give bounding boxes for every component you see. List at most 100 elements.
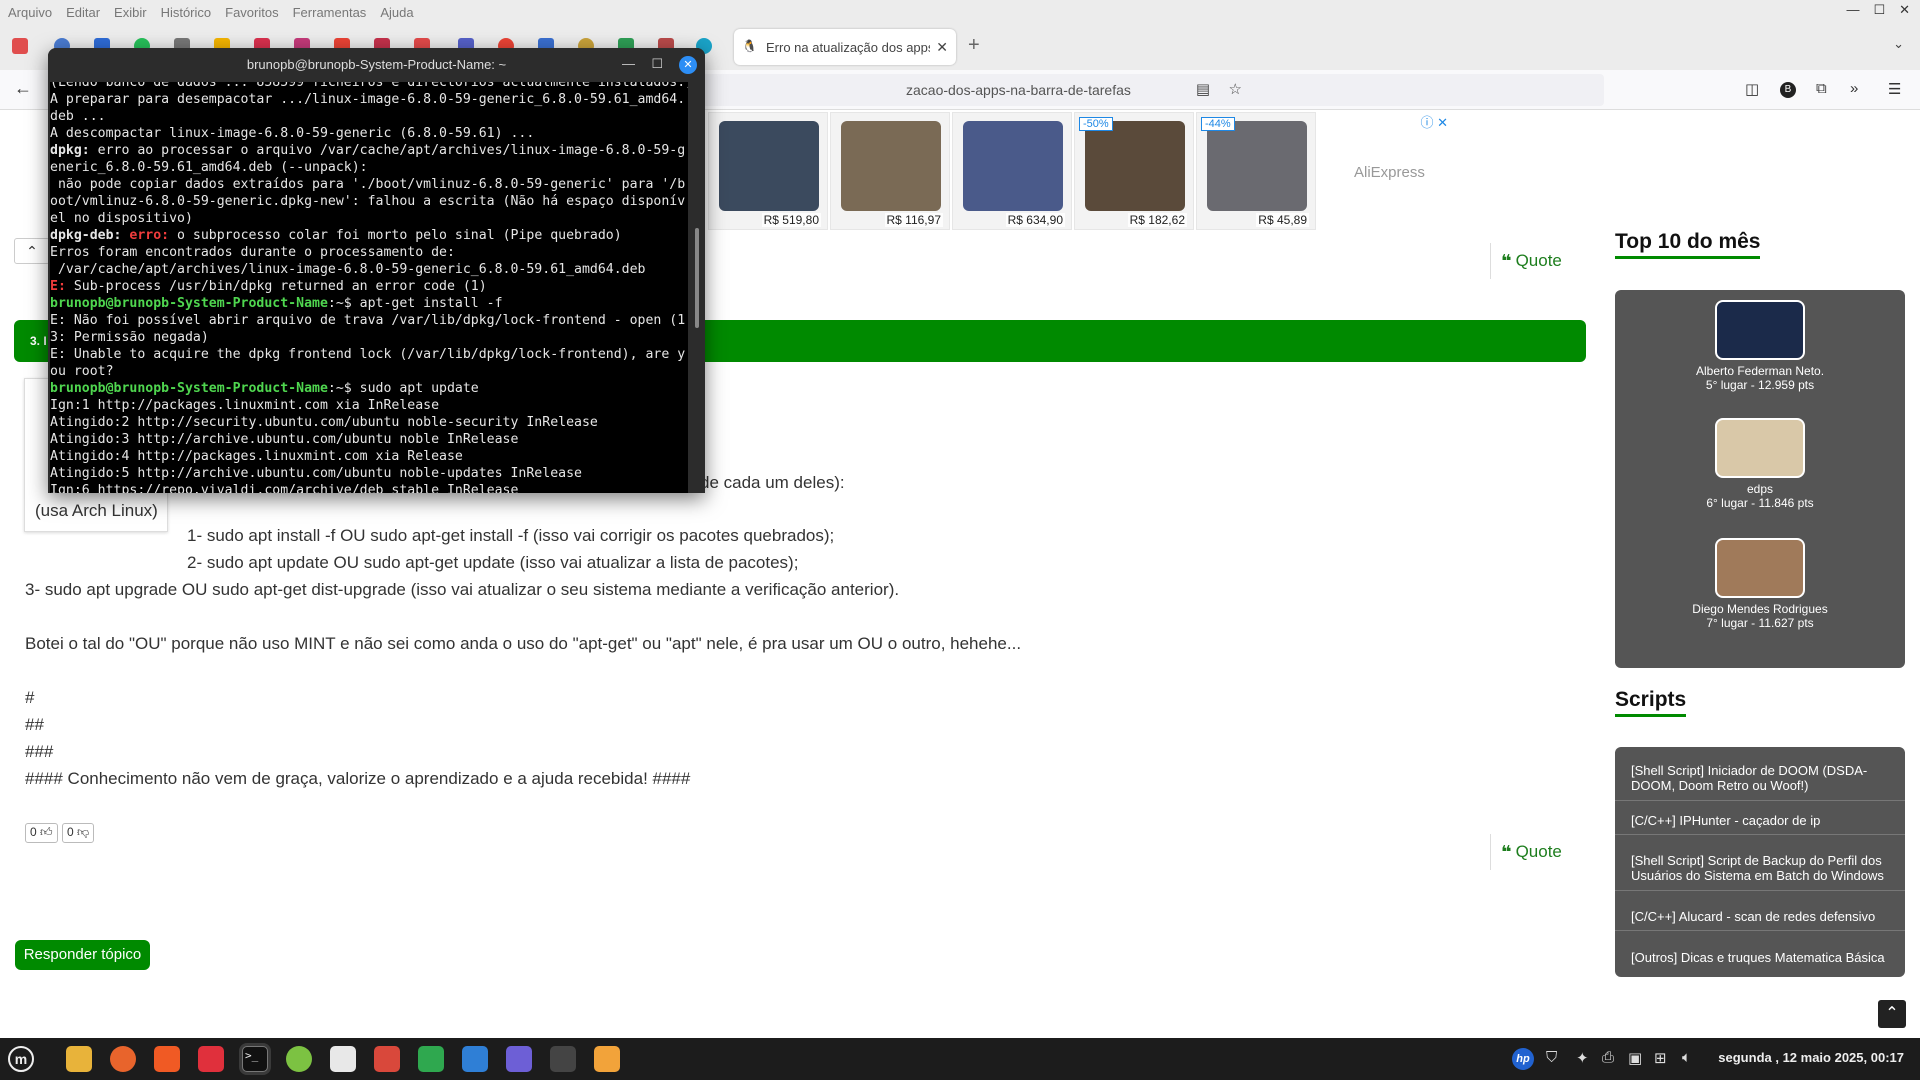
term-command: :~$ apt-get install -f bbox=[327, 296, 503, 311]
ad-item[interactable]: -50% R$ 182,62 bbox=[1074, 112, 1194, 230]
terminal-window[interactable]: brunopb@brunopb-System-Product-Name: ~ —… bbox=[48, 48, 705, 493]
tux-icon: 🐧 bbox=[742, 39, 757, 53]
network-icon[interactable]: ⊞ bbox=[1654, 1049, 1667, 1067]
term-text: Sub-process /usr/bin/dpkg returned an er… bbox=[65, 279, 487, 294]
tab-close-icon[interactable]: ✕ bbox=[936, 39, 948, 56]
upvote-button[interactable]: 0 👍︎ bbox=[25, 823, 58, 843]
clipboard-icon[interactable]: ▣ bbox=[1628, 1049, 1642, 1067]
brave-icon[interactable] bbox=[154, 1046, 180, 1072]
hamburger-menu-icon[interactable]: ☰ bbox=[1888, 80, 1901, 98]
ad-banner[interactable]: R$ 519,80 R$ 116,97 R$ 634,90 -50% R$ 18… bbox=[708, 112, 1464, 232]
script-link[interactable]: [Shell Script] Iniciador de DOOM (DSDA-D… bbox=[1615, 757, 1905, 801]
ad-price: R$ 519,80 bbox=[761, 213, 821, 227]
terminal-line: A preparar para desempacotar .../linux-i… bbox=[50, 92, 686, 107]
quote-button[interactable]: ❝ Quote bbox=[1490, 243, 1562, 279]
quote-button[interactable]: ❝ Quote bbox=[1490, 834, 1562, 870]
terminal-line: brunopb@brunopb-System-Product-Name:~$ s… bbox=[50, 380, 688, 397]
menu-editar[interactable]: Editar bbox=[66, 5, 100, 20]
ad-item[interactable]: R$ 634,90 bbox=[952, 112, 1072, 230]
files-icon[interactable] bbox=[66, 1046, 92, 1072]
ad-info-icon[interactable]: ⓘ ✕ bbox=[1420, 112, 1448, 131]
minimize-icon[interactable]: — bbox=[622, 56, 635, 71]
discount-badge: -44% bbox=[1201, 117, 1235, 131]
url-bar[interactable]: zacao-dos-apps-na-barra-de-tarefas ▤ ☆ bbox=[680, 74, 1604, 106]
menu-ajuda[interactable]: Ajuda bbox=[380, 5, 413, 20]
menu-exibir[interactable]: Exibir bbox=[114, 5, 147, 20]
spreadsheet-icon[interactable] bbox=[418, 1046, 444, 1072]
menu-favoritos[interactable]: Favoritos bbox=[225, 5, 278, 20]
scripts-title: Scripts bbox=[1615, 688, 1687, 717]
app-icon[interactable] bbox=[286, 1046, 312, 1072]
quote-icon: ❝ bbox=[1501, 841, 1512, 862]
close-icon[interactable]: ✕ bbox=[679, 56, 697, 74]
script-link[interactable]: [Outros] Dicas e truques Matematica Bási… bbox=[1615, 944, 1905, 972]
hp-icon[interactable]: hp bbox=[1512, 1048, 1534, 1070]
app-icon[interactable] bbox=[506, 1046, 532, 1072]
reader-view-icon[interactable]: ▤ bbox=[1196, 80, 1210, 98]
ad-item[interactable]: R$ 519,80 bbox=[708, 112, 828, 230]
firefox-icon[interactable] bbox=[110, 1046, 136, 1072]
menu-historico[interactable]: Histórico bbox=[161, 5, 212, 20]
term-prompt: brunopb@brunopb-System-Product-Name bbox=[50, 296, 328, 311]
upvote-count: 0 bbox=[30, 825, 37, 839]
top-user[interactable]: edps 6° lugar - 11.846 pts bbox=[1615, 418, 1905, 510]
maximize-icon[interactable]: ☐ bbox=[651, 56, 663, 72]
app-icon[interactable] bbox=[330, 1046, 356, 1072]
ad-price: R$ 182,62 bbox=[1127, 213, 1187, 227]
mint-menu-icon[interactable]: m bbox=[8, 1046, 34, 1072]
scroll-to-top-button[interactable]: ⌃ bbox=[1878, 1000, 1906, 1028]
terminal-line: não pode copiar dados extraídos para './… bbox=[50, 177, 686, 192]
terminal-line: Ign:1 http://packages.linuxmint.com xia … bbox=[50, 398, 440, 413]
clock[interactable]: segunda , 12 maio 2025, 00:17 bbox=[1718, 1050, 1904, 1065]
thumbs-down-icon: 👎︎ bbox=[73, 825, 90, 839]
script-link[interactable]: [Shell Script] Script de Backup do Perfi… bbox=[1615, 847, 1905, 891]
terminal-title: brunopb@brunopb-System-Product-Name: ~ bbox=[48, 48, 705, 82]
pinned-tab-icon[interactable] bbox=[12, 38, 28, 54]
terminal-line: Ign:6 https://repo.vivaldi.com/archive/d… bbox=[50, 483, 519, 493]
app-icon[interactable] bbox=[594, 1046, 620, 1072]
terminal-icon[interactable]: >_ bbox=[242, 1046, 268, 1072]
maximize-icon[interactable]: ☐ bbox=[1873, 2, 1885, 18]
tab-active[interactable]: 🐧 Erro na atualização dos apps ✕ bbox=[734, 29, 956, 65]
extensions-icon[interactable]: ⧉ bbox=[1816, 80, 1827, 97]
ad-item[interactable]: -44% R$ 45,89 bbox=[1196, 112, 1316, 230]
chevron-up-icon[interactable]: ⌃ bbox=[14, 238, 50, 264]
ad-item[interactable]: R$ 116,97 bbox=[830, 112, 950, 230]
menu-ferramentas[interactable]: Ferramentas bbox=[293, 5, 367, 20]
terminal-line: 3: Permissão negada) bbox=[50, 330, 209, 345]
term-prompt: brunopb@brunopb-System-Product-Name bbox=[50, 381, 328, 396]
post-text: 1- sudo apt install -f OU sudo apt-get i… bbox=[187, 526, 835, 545]
vivaldi-icon[interactable] bbox=[198, 1046, 224, 1072]
printer-icon[interactable]: ⎙ bbox=[1602, 1049, 1614, 1066]
overflow-icon[interactable]: » bbox=[1850, 80, 1858, 97]
back-arrow-icon[interactable]: ← bbox=[14, 78, 32, 99]
menu-arquivo[interactable]: Arquivo bbox=[8, 5, 52, 20]
app-icon[interactable] bbox=[374, 1046, 400, 1072]
account-icon[interactable]: B bbox=[1780, 82, 1796, 98]
term-label: dpkg-deb: bbox=[50, 228, 122, 243]
new-tab-icon[interactable]: + bbox=[968, 34, 980, 57]
volume-icon[interactable]: 🔈︎ bbox=[1682, 1049, 1691, 1066]
star-icon[interactable]: ☆ bbox=[1229, 80, 1242, 98]
top-user[interactable]: Alberto Federman Neto. 5° lugar - 12.959… bbox=[1615, 300, 1905, 392]
notification-icon[interactable]: ✦ bbox=[1576, 1049, 1589, 1067]
minimize-icon[interactable]: — bbox=[1846, 2, 1859, 18]
close-icon[interactable]: ✕ bbox=[1899, 2, 1910, 18]
signature-line: # bbox=[25, 688, 35, 707]
chevron-down-icon[interactable]: ⌄ bbox=[1893, 36, 1904, 52]
user-avatar bbox=[1715, 418, 1805, 478]
product-image bbox=[841, 121, 941, 211]
script-link[interactable]: [C/C++] Alucard - scan de redes defensiv… bbox=[1615, 903, 1905, 931]
writer-icon[interactable] bbox=[462, 1046, 488, 1072]
top-user[interactable]: Diego Mendes Rodrigues 7° lugar - 11.627… bbox=[1615, 538, 1905, 630]
reply-topic-button[interactable]: Responder tópico bbox=[15, 940, 150, 970]
pocket-icon[interactable]: ◫ bbox=[1745, 80, 1759, 98]
shield-icon[interactable]: ⛉ bbox=[1546, 1049, 1557, 1066]
calculator-icon[interactable] bbox=[550, 1046, 576, 1072]
post-text: 2- sudo apt update OU sudo apt-get updat… bbox=[187, 553, 799, 572]
terminal-output[interactable]: (Lendo banco de dados ... 858599 ficheir… bbox=[50, 82, 688, 493]
script-link[interactable]: [C/C++] IPHunter - caçador de ip bbox=[1615, 807, 1905, 835]
terminal-scrollbar[interactable] bbox=[695, 228, 699, 328]
downvote-button[interactable]: 0 👎︎ bbox=[62, 823, 95, 843]
signature-line: #### Conhecimento não vem de graça, valo… bbox=[25, 769, 691, 788]
